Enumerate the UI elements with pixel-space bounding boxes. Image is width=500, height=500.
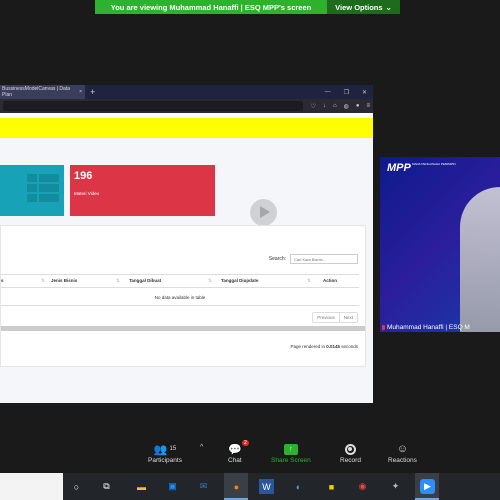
- record-button[interactable]: Record: [340, 441, 361, 464]
- video-count: 196: [74, 170, 93, 182]
- new-tab-button[interactable]: +: [90, 87, 95, 97]
- participants-icon: 👥: [153, 443, 168, 456]
- next-button[interactable]: Next: [338, 313, 357, 322]
- empty-table-message: No data available in table: [154, 295, 206, 300]
- render-time-note: Page rendered in 0.0145 seconds: [290, 344, 358, 349]
- sort-icon[interactable]: ⇅: [41, 278, 45, 284]
- firefox-icon[interactable]: ●: [229, 479, 244, 494]
- emoji-plus-icon: ☺: [396, 443, 409, 455]
- close-icon[interactable]: ×: [79, 89, 82, 95]
- column-header-tanggal-dibuat[interactable]: Tanggal Dibuat: [129, 278, 161, 283]
- participant-silhouette: [460, 187, 500, 332]
- participants-label: Participants: [148, 457, 182, 464]
- chat-button[interactable]: 💬 2 Chat: [228, 440, 249, 464]
- tools-icon[interactable]: ✦: [388, 479, 403, 494]
- previous-button[interactable]: Previous: [313, 313, 339, 322]
- record-icon: [344, 443, 356, 455]
- table-icon: [27, 174, 59, 202]
- render-time: 0.0145: [326, 344, 340, 349]
- taskbar-search-box[interactable]: [0, 473, 63, 500]
- chrome-icon[interactable]: ◉: [355, 479, 370, 494]
- data-table-panel: Search: s ⇅ Jenis Bisnis ⇅ Tanggal Dibua…: [0, 225, 366, 367]
- address-bar[interactable]: [3, 101, 303, 111]
- chat-badge: 2: [241, 440, 249, 446]
- account-icon[interactable]: ●: [356, 103, 360, 110]
- mpp-logo: MPP: [387, 162, 411, 174]
- muted-mic-icon: [382, 324, 385, 330]
- chevron-down-icon: ⌄: [385, 2, 392, 12]
- play-icon: [250, 199, 277, 226]
- cortana-icon[interactable]: ○: [69, 479, 84, 494]
- stat-card-teal[interactable]: [0, 165, 64, 216]
- render-suffix: seconds: [339, 344, 358, 349]
- stat-card-video[interactable]: 196 Materi Video: [70, 165, 277, 226]
- page-header-bar: [0, 118, 373, 138]
- home-icon[interactable]: ⌂: [333, 103, 337, 110]
- store-icon[interactable]: ▣: [165, 479, 180, 494]
- pagination: Previous Next: [312, 312, 358, 323]
- shared-browser-window: BussinessModelCanvas | Data Plan × + — ❐…: [0, 85, 373, 403]
- minimize-icon[interactable]: —: [325, 89, 331, 96]
- table-bottom-rule: [1, 305, 359, 306]
- close-window-icon[interactable]: ✕: [362, 89, 367, 96]
- header-top-rule: [1, 274, 359, 275]
- chat-icon: 💬: [228, 443, 242, 456]
- file-explorer-icon[interactable]: ▬: [134, 479, 149, 494]
- hamburger-menu-icon[interactable]: ≡: [366, 103, 370, 110]
- participant-video[interactable]: MPP MADA PENGUSAHA PEMIMPIN Muhammad Han…: [380, 157, 500, 332]
- participant-name: Muhammad Hanaffi | ESQ M: [382, 324, 470, 331]
- search-input[interactable]: [290, 254, 358, 264]
- chat-label: Chat: [228, 457, 242, 464]
- share-banner: You are viewing Muhammad Hanaffi | ESQ M…: [95, 0, 400, 14]
- browser-tab[interactable]: BussinessModelCanvas | Data Plan ×: [0, 85, 85, 99]
- window-controls: — ❐ ✕: [325, 89, 373, 96]
- table-search: Search:: [269, 254, 358, 264]
- task-view-icon[interactable]: ⧉: [99, 479, 114, 494]
- browser-tab-bar: BussinessModelCanvas | Data Plan × + — ❐…: [0, 85, 373, 99]
- page-content: 196 Materi Video Search: s ⇅ Jenis Bisni…: [0, 138, 373, 403]
- extension-icon[interactable]: ◍: [344, 103, 349, 110]
- windows-taskbar: ○ ⧉ ▬ ▣ ✉ ● W ◐ ■ ◉ ✦ ▶: [0, 473, 500, 500]
- sort-icon[interactable]: ⇅: [116, 278, 120, 284]
- reactions-button[interactable]: ☺ Reactions: [388, 441, 417, 464]
- zoom-icon[interactable]: ▶: [420, 479, 435, 494]
- participants-count: 15: [169, 446, 177, 452]
- column-header-jenis-bisnis[interactable]: Jenis Bisnis: [51, 278, 77, 283]
- meeting-toolbar: 👥 15 Participants ^ 💬 2 Chat ↑ Share Scree…: [0, 440, 500, 473]
- browser-nav-bar: ♡ ↓ ⌂ ◍ ● ≡: [0, 99, 373, 113]
- horizontal-scrollbar[interactable]: [1, 326, 365, 331]
- sort-icon[interactable]: ⇅: [307, 278, 311, 284]
- column-header-1[interactable]: s: [1, 278, 4, 283]
- column-header-action[interactable]: Action: [323, 278, 337, 283]
- share-banner-text: You are viewing Muhammad Hanaffi | ESQ M…: [95, 0, 327, 14]
- download-icon[interactable]: ↓: [323, 103, 326, 110]
- share-screen-button[interactable]: ↑ Share Screen: [271, 441, 311, 464]
- reactions-label: Reactions: [388, 457, 417, 464]
- search-label: Search:: [268, 256, 286, 262]
- record-label: Record: [340, 457, 361, 464]
- edge-icon[interactable]: ◐: [291, 479, 306, 494]
- word-icon[interactable]: W: [259, 479, 274, 494]
- pocket-icon[interactable]: ♡: [311, 103, 316, 110]
- column-header-tanggal-diupdate[interactable]: Tanggal Diupdate: [221, 278, 258, 283]
- nav-icons: ♡ ↓ ⌂ ◍ ● ≡: [311, 103, 370, 110]
- header-bottom-rule: [1, 287, 359, 288]
- sort-icon[interactable]: ⇅: [208, 278, 212, 284]
- maximize-icon[interactable]: ❐: [344, 89, 349, 96]
- view-options-button[interactable]: View Options ⌄: [327, 0, 400, 14]
- share-screen-icon: ↑: [283, 443, 298, 455]
- chevron-up-icon[interactable]: ^: [200, 444, 203, 451]
- mpp-logo-subtitle: MADA PENGUSAHA PEMIMPIN: [412, 162, 456, 166]
- sticky-notes-icon[interactable]: ■: [324, 479, 339, 494]
- mail-icon[interactable]: ✉: [196, 479, 211, 494]
- tab-title: BussinessModelCanvas | Data Plan: [2, 86, 70, 98]
- video-label: Materi Video: [74, 191, 100, 196]
- participant-name-text: Muhammad Hanaffi | ESQ M: [387, 324, 470, 331]
- view-options-label: View Options: [335, 2, 383, 12]
- render-prefix: Page rendered in: [290, 344, 327, 349]
- participants-button[interactable]: 👥 15 Participants: [148, 441, 182, 465]
- share-screen-label: Share Screen: [271, 457, 311, 464]
